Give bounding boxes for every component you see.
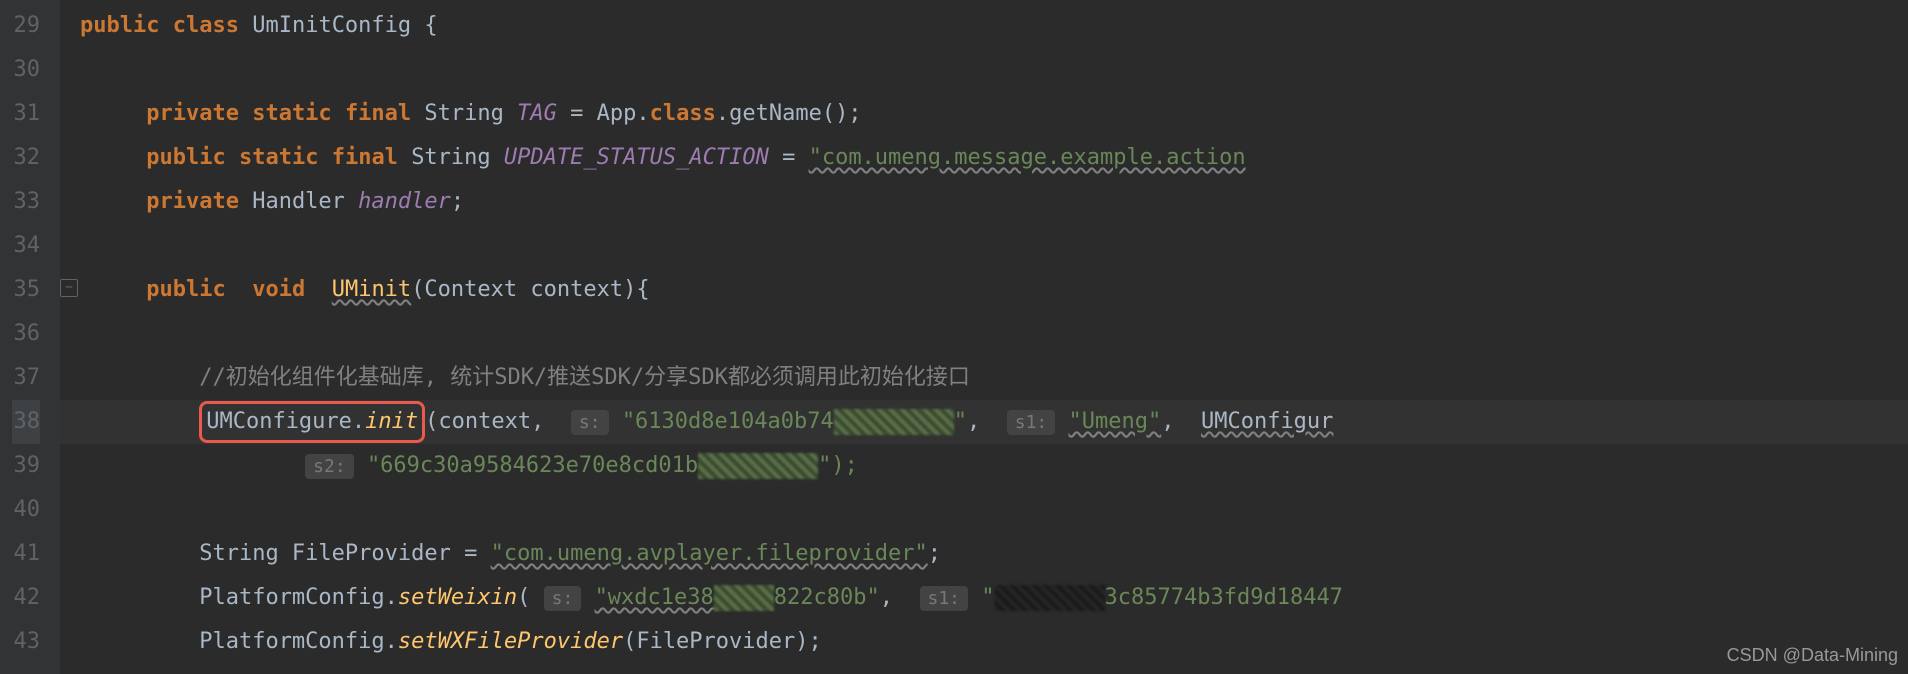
code-line-38[interactable]: UMConfigure.init(context, s: "6130d8e104… <box>60 400 1908 444</box>
field-handler: handler <box>358 189 451 214</box>
keyword-static: static <box>239 145 318 170</box>
line-number[interactable]: 30 <box>12 48 40 92</box>
line-number[interactable]: 42 <box>12 576 40 620</box>
line-number[interactable]: 37 <box>12 356 40 400</box>
keyword-void: void <box>252 277 305 302</box>
code-line-33[interactable]: private Handler handler; <box>60 180 1908 224</box>
keyword-class: class <box>173 13 239 38</box>
line-number[interactable]: 39 <box>12 444 40 488</box>
line-number[interactable]: 29 <box>12 4 40 48</box>
param-hint-s1: s1: <box>920 586 969 611</box>
keyword-private: private <box>146 189 239 214</box>
type: Handler <box>252 189 345 214</box>
redacted-text <box>995 585 1105 611</box>
line-number[interactable]: 43 <box>12 620 40 664</box>
string-literal: 3c85774b3fd9d18447 <box>1105 585 1343 610</box>
redacted-text <box>698 453 818 479</box>
method-uminit: UMinit <box>332 277 411 302</box>
code-line-31[interactable]: private static final String TAG = App.cl… <box>60 92 1908 136</box>
method-setweixin: setWeixin <box>398 585 517 610</box>
class-ref: PlatformConfig. <box>199 629 398 654</box>
class-ref: UMConfigur <box>1201 409 1333 434</box>
class-name: UmInitConfig <box>252 13 411 38</box>
keyword-final: final <box>345 101 411 126</box>
method-init: init <box>365 409 418 434</box>
line-gutter: 29 30 31 32 33 34 35 36 37 38 39 40 41 4… <box>0 0 60 674</box>
keyword-final: final <box>332 145 398 170</box>
line-number[interactable]: 38 <box>12 400 40 444</box>
keyword-public: public <box>146 277 225 302</box>
field-tag: TAG <box>517 101 557 126</box>
param-hint-s1: s1: <box>1007 410 1056 435</box>
line-number[interactable]: 40 <box>12 488 40 532</box>
param-hint-s2: s2: <box>305 454 354 479</box>
code-line-29[interactable]: public class UmInitConfig { <box>60 4 1908 48</box>
keyword-public: public <box>80 13 159 38</box>
string-literal: "6130d8e104a0b74 <box>622 409 834 434</box>
declaration: String FileProvider = <box>199 541 490 566</box>
line-number[interactable]: 41 <box>12 532 40 576</box>
code-line-30[interactable] <box>60 48 1908 92</box>
keyword-private: private <box>146 101 239 126</box>
string-literal: "Umeng" <box>1069 409 1162 434</box>
line-number[interactable]: 31 <box>12 92 40 136</box>
code-line-34[interactable] <box>60 224 1908 268</box>
redacted-text <box>834 409 954 435</box>
field-update-status: UPDATE_STATUS_ACTION <box>504 145 769 170</box>
type: String <box>411 145 490 170</box>
param-hint-s: s: <box>571 410 609 435</box>
watermark: CSDN @Data-Mining <box>1727 641 1898 670</box>
code-line-35[interactable]: − public void UMinit(Context context){ <box>60 268 1908 312</box>
string-literal: "com.umeng.message.example.action <box>809 145 1246 170</box>
code-line-42[interactable]: PlatformConfig.setWeixin( s: "wxdc1e3882… <box>60 576 1908 620</box>
fold-icon[interactable]: − <box>60 279 78 297</box>
code-line-43[interactable]: PlatformConfig.setWXFileProvider(FilePro… <box>60 620 1908 664</box>
code-line-32[interactable]: public static final String UPDATE_STATUS… <box>60 136 1908 180</box>
comment: //初始化组件化基础库, 统计SDK/推送SDK/分享SDK都必须调用此初始化接… <box>199 365 970 390</box>
method-setwxfileprovider: setWXFileProvider <box>398 629 623 654</box>
string-literal: "wxdc1e38 <box>595 585 714 610</box>
code-editor: 29 30 31 32 33 34 35 36 37 38 39 40 41 4… <box>0 0 1908 674</box>
code-content[interactable]: public class UmInitConfig { private stat… <box>60 0 1908 674</box>
keyword-static: static <box>252 101 331 126</box>
line-number[interactable]: 36 <box>12 312 40 356</box>
code-line-41[interactable]: String FileProvider = "com.umeng.avplaye… <box>60 532 1908 576</box>
line-number[interactable]: 34 <box>12 224 40 268</box>
line-number[interactable]: 32 <box>12 136 40 180</box>
redacted-text <box>714 585 774 611</box>
type: String <box>424 101 503 126</box>
class-ref: PlatformConfig. <box>199 585 398 610</box>
line-number[interactable]: 35 <box>12 268 40 312</box>
code-line-36[interactable] <box>60 312 1908 356</box>
param-hint-s: s: <box>544 586 582 611</box>
highlighted-call: UMConfigure.init <box>199 401 425 443</box>
code-line-40[interactable] <box>60 488 1908 532</box>
line-number[interactable]: 33 <box>12 180 40 224</box>
code-line-39[interactable]: s2: "669c30a9584623e70e8cd01b"); <box>60 444 1908 488</box>
class-ref: UMConfigure <box>206 409 352 434</box>
code-line-37[interactable]: //初始化组件化基础库, 统计SDK/推送SDK/分享SDK都必须调用此初始化接… <box>60 356 1908 400</box>
keyword-public: public <box>146 145 225 170</box>
string-literal: "com.umeng.avplayer.fileprovider" <box>491 541 928 566</box>
string-literal: "669c30a9584623e70e8cd01b <box>367 453 698 478</box>
